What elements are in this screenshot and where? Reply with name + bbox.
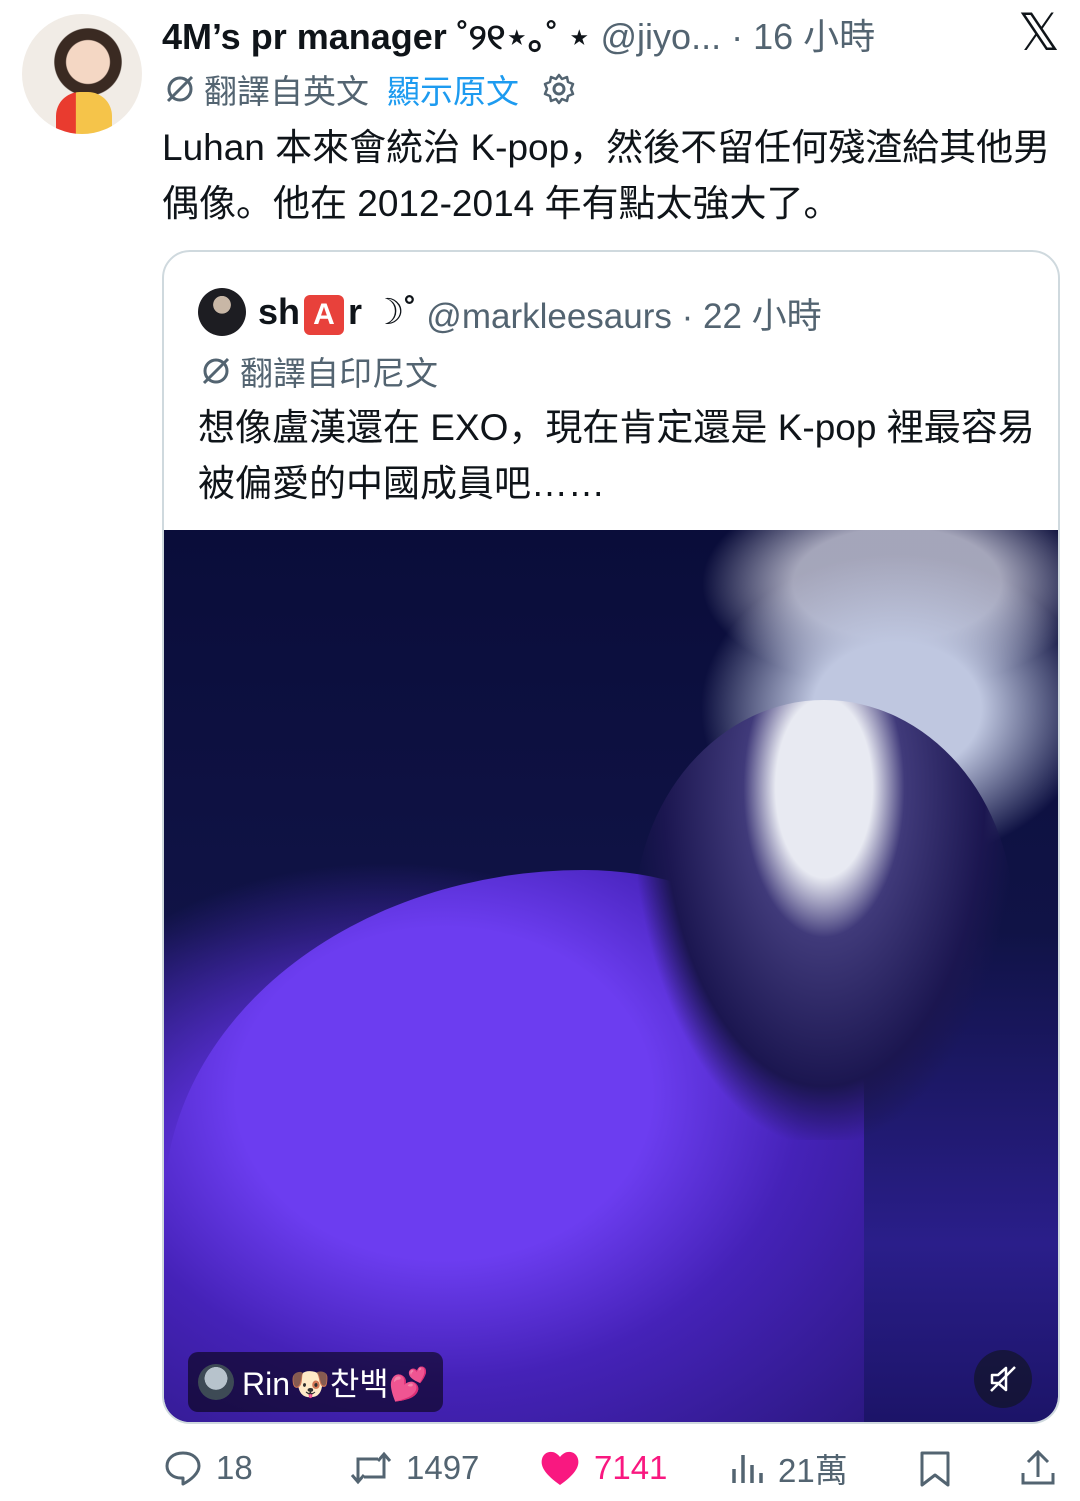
quoted-tweet-text: 想像盧漢還在 EXO，現在肯定還是 K-pop 裡最容易被偏愛的中國成員吧…… [198,407,1035,504]
reply-action[interactable]: 18 [162,1438,253,1498]
tweet-screenshot: 4M’s pr manager ˚୨୧⋆｡˚ ⋆ @jiyo... · 16 小… [0,0,1080,1501]
retweet-icon [350,1451,392,1485]
quoted-author-name[interactable]: sh Ar ☽˚ [258,291,417,335]
translated-from-label: 翻譯自英文 [204,73,369,110]
tweet-action-bar: 18 1497 7141 21萬 [162,1438,1080,1498]
quoted-tweet-card[interactable]: sh Ar ☽˚ @markleesaurs · 22 小時 翻譯自印尼文 想像盧… [162,250,1060,1424]
x-logo-icon: 𝕏 [1018,3,1060,63]
reply-icon [165,1451,201,1486]
mute-icon [990,1366,1016,1392]
share-icon [1021,1449,1055,1485]
watermark-avatar [198,1364,234,1400]
author-handle-time[interactable]: @jiyo... · 16 小時 [601,8,876,60]
quoted-translated-from-label: 翻譯自印尼文 [240,355,438,392]
tweet-text: Luhan 本來會統治 K-pop，然後不留任何殘渣給其他男偶像。他在 2012… [162,127,1051,224]
retweet-action[interactable]: 1497 [348,1438,479,1498]
heart-icon [541,1451,579,1485]
bookmark-icon [920,1451,950,1487]
quoted-author-avatar[interactable] [198,288,246,336]
views-count: 21萬 [778,1452,848,1489]
quoted-name-suffix: r ☽˚ [348,291,417,333]
video-watermark: Rin🐶찬백💕 [188,1352,443,1412]
share-action[interactable] [1018,1438,1058,1498]
translation-row: 翻譯自英文 顯示原文 [162,66,577,112]
bookmark-action[interactable] [916,1438,954,1498]
translate-icon [166,75,194,103]
media-figure-head [634,700,1014,1140]
translate-icon [202,357,230,385]
watermark-text: Rin🐶찬백💕 [242,1366,429,1402]
author-avatar[interactable] [22,14,142,134]
quoted-video-media[interactable]: Rin🐶찬백💕 [164,530,1058,1422]
gear-icon[interactable] [541,71,577,107]
avatar-body [56,92,112,134]
quoted-translation-row: 翻譯自印尼文 [198,348,438,394]
views-action[interactable]: 21萬 [730,1438,848,1498]
tweet-header: 4M’s pr manager ˚୨୧⋆｡˚ ⋆ @jiyo... · 16 小… [162,3,1062,63]
show-original-link[interactable]: 顯示原文 [387,65,519,113]
quoted-tweet-header: sh Ar ☽˚ @markleesaurs · 22 小時 [258,288,822,338]
views-icon [732,1455,763,1483]
author-display-name[interactable]: 4M’s pr manager ˚୨୧⋆｡˚ ⋆ [162,8,591,60]
mute-button[interactable] [974,1350,1032,1408]
like-count: 7141 [594,1449,668,1486]
reply-count: 18 [216,1449,253,1486]
quoted-name-badge: A [304,294,345,335]
quoted-name-prefix: sh [258,291,301,333]
quoted-handle-time[interactable]: @markleesaurs · 22 小時 [426,288,821,339]
retweet-count: 1497 [406,1449,480,1486]
like-action[interactable]: 7141 [538,1438,667,1498]
